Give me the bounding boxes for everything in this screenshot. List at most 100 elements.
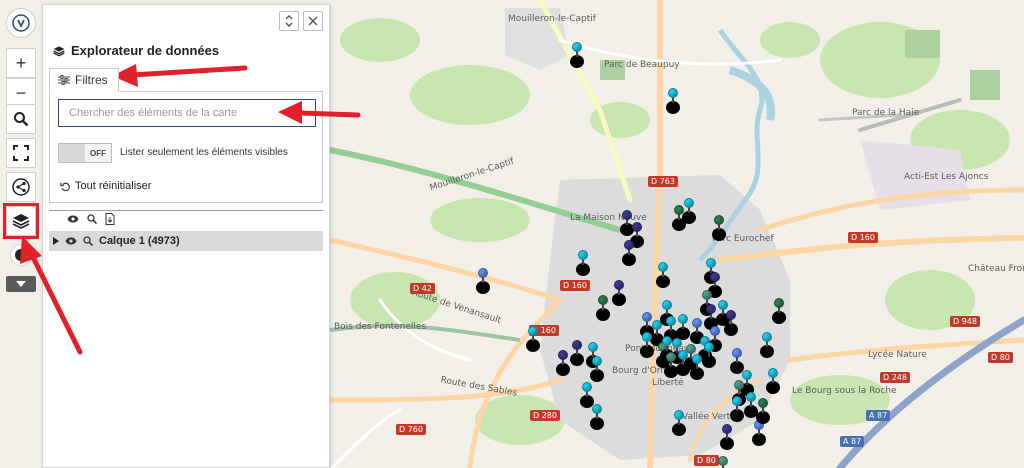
search-input[interactable] xyxy=(58,99,316,127)
search-icon xyxy=(13,111,29,127)
marker-head xyxy=(702,290,712,300)
expand-caret-icon[interactable] xyxy=(53,237,59,245)
eye-icon[interactable] xyxy=(67,215,79,223)
marker-head xyxy=(666,316,676,326)
marker-head xyxy=(572,340,582,350)
map-label: Bois des Fontenelles xyxy=(334,322,427,332)
map-marker[interactable] xyxy=(526,326,540,352)
locate-button[interactable] xyxy=(10,244,32,266)
layer-tools xyxy=(67,213,115,225)
map-label: Liberté xyxy=(652,378,684,388)
reset-button[interactable]: Tout réinitialiser xyxy=(60,180,151,192)
map-marker[interactable] xyxy=(702,342,716,368)
marker-head xyxy=(558,350,568,360)
download-icon[interactable] xyxy=(105,213,115,225)
map-marker[interactable] xyxy=(772,298,786,324)
map-marker[interactable] xyxy=(682,198,696,224)
road-badge: D 248 xyxy=(880,372,910,383)
map-marker[interactable] xyxy=(716,456,730,468)
marker-head xyxy=(774,298,784,308)
map-marker[interactable] xyxy=(666,88,680,114)
fullscreen-button[interactable] xyxy=(6,138,36,168)
map-marker[interactable] xyxy=(556,350,570,376)
map-marker[interactable] xyxy=(656,262,670,288)
marker-head xyxy=(710,272,720,282)
panel-title-text: Explorateur de données xyxy=(71,43,220,58)
marker-head xyxy=(582,382,592,392)
collapse-button[interactable] xyxy=(279,11,299,31)
layer-name: Calque 1 (4973) xyxy=(99,235,180,247)
map-label: Le Bourg sous la Roche xyxy=(792,386,897,396)
map-label: Lycée Nature xyxy=(868,350,927,360)
map-marker[interactable] xyxy=(720,424,734,450)
map-marker[interactable] xyxy=(676,314,690,340)
marker-head xyxy=(678,314,688,324)
road-badge: A 87 xyxy=(840,436,865,447)
marker-head xyxy=(734,380,744,390)
more-button[interactable] xyxy=(6,276,36,292)
map-marker[interactable] xyxy=(476,268,490,294)
map-label: Mouilleron-le-Captif xyxy=(508,14,596,24)
map-marker[interactable] xyxy=(664,352,678,378)
data-explorer-panel: Explorateur de données Filtres OFF Liste… xyxy=(42,4,330,468)
map-marker[interactable] xyxy=(760,332,774,358)
undo-icon xyxy=(60,181,71,192)
map-marker[interactable] xyxy=(596,295,610,321)
marker-head xyxy=(658,262,668,272)
road-badge: D 42 xyxy=(410,283,435,294)
map-marker[interactable] xyxy=(590,356,604,382)
layer-row[interactable]: Calque 1 (4973) xyxy=(49,231,323,251)
zoom-to-icon[interactable] xyxy=(87,214,97,224)
map-label: Vallée Verte xyxy=(682,412,736,422)
marker-head xyxy=(704,342,714,352)
map-label: Acti-Est Les Ajoncs xyxy=(904,172,989,182)
marker-head xyxy=(528,326,538,336)
map-label: Parc de Beaupuy xyxy=(604,60,680,70)
marker-head xyxy=(726,310,736,320)
eye-icon[interactable] xyxy=(65,237,77,245)
marker-head xyxy=(642,332,652,342)
layers-button[interactable] xyxy=(3,203,39,239)
zoom-to-icon[interactable] xyxy=(83,236,93,246)
map-marker[interactable] xyxy=(570,42,584,68)
road-badge: D 80 xyxy=(988,352,1013,363)
marker-head xyxy=(668,88,678,98)
marker-head xyxy=(692,354,702,364)
tab-filters[interactable]: Filtres xyxy=(49,68,119,92)
map-marker[interactable] xyxy=(676,350,690,376)
zoom-in-button[interactable]: + xyxy=(6,48,36,78)
map-marker[interactable] xyxy=(622,240,636,266)
map-marker[interactable] xyxy=(724,310,738,336)
minus-icon: − xyxy=(15,82,27,103)
marker-head xyxy=(742,370,752,380)
map-marker[interactable] xyxy=(570,340,584,366)
road-badge: D 280 xyxy=(530,410,560,421)
marker-head xyxy=(598,295,608,305)
toggle-knob xyxy=(59,144,85,162)
map-marker[interactable] xyxy=(672,410,686,436)
marker-head xyxy=(692,318,702,328)
marker-head xyxy=(758,398,768,408)
marker-head xyxy=(588,342,598,352)
fullscreen-icon xyxy=(13,145,29,161)
search-button[interactable] xyxy=(6,104,36,134)
reset-label: Tout réinitialiser xyxy=(75,180,152,192)
map-marker[interactable] xyxy=(590,404,604,430)
logo-button[interactable] xyxy=(6,8,36,38)
map-marker[interactable] xyxy=(730,396,744,422)
chevron-updown-icon xyxy=(284,15,294,27)
marker-head xyxy=(614,280,624,290)
share-button[interactable] xyxy=(6,172,36,202)
map-marker[interactable] xyxy=(766,368,780,394)
map-marker[interactable] xyxy=(576,250,590,276)
marker-head xyxy=(652,320,662,330)
close-button[interactable] xyxy=(303,11,323,31)
caret-down-icon xyxy=(15,280,27,288)
map-marker[interactable] xyxy=(612,280,626,306)
road-badge: A 87 xyxy=(866,410,891,421)
plus-icon: + xyxy=(15,52,27,73)
visible-only-toggle[interactable]: OFF xyxy=(58,143,112,163)
map-marker[interactable] xyxy=(756,398,770,424)
map-marker[interactable] xyxy=(640,332,654,358)
map-marker[interactable] xyxy=(712,215,726,241)
